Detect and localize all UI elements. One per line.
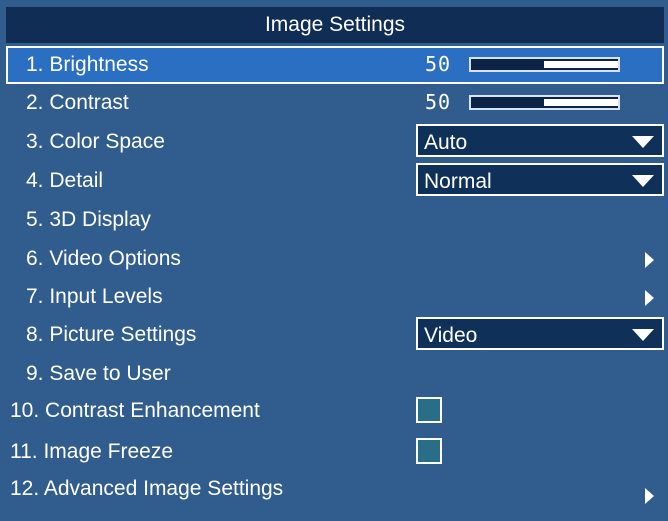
brightness-slider-fill bbox=[544, 61, 618, 68]
picture-settings-value: Video bbox=[424, 324, 478, 347]
menu-item-detail[interactable]: 4. Detail Normal bbox=[6, 162, 664, 200]
panel-title: Image Settings bbox=[6, 7, 664, 43]
picture-settings-dropdown[interactable]: Video bbox=[416, 317, 664, 350]
color-space-value: Auto bbox=[424, 131, 468, 154]
detail-value: Normal bbox=[424, 170, 492, 193]
menu-item-save-to-user[interactable]: 9. Save to User bbox=[6, 355, 664, 393]
contrast-enhancement-checkbox[interactable] bbox=[416, 397, 442, 423]
contrast-value: 50 bbox=[425, 90, 452, 114]
color-space-label: 3. Color Space bbox=[26, 130, 165, 153]
chevron-down-icon bbox=[632, 175, 654, 187]
detail-label: 4. Detail bbox=[26, 169, 104, 192]
contrast-slider[interactable] bbox=[469, 95, 620, 110]
menu-item-3d-display[interactable]: 5. 3D Display bbox=[6, 201, 664, 239]
color-space-dropdown[interactable]: Auto bbox=[416, 124, 664, 157]
video-options-label: 6. Video Options bbox=[26, 247, 181, 270]
brightness-slider[interactable] bbox=[469, 57, 620, 72]
chevron-down-icon bbox=[632, 329, 654, 341]
menu-item-contrast[interactable]: 2. Contrast 50 bbox=[6, 84, 664, 122]
image-settings-panel: Image Settings 1. Brightness 50 2. Contr… bbox=[0, 0, 668, 521]
detail-dropdown[interactable]: Normal bbox=[416, 163, 664, 196]
3d-display-label: 5. 3D Display bbox=[26, 208, 151, 231]
contrast-slider-fill bbox=[544, 99, 618, 106]
chevron-right-icon bbox=[645, 290, 654, 306]
image-freeze-checkbox[interactable] bbox=[416, 438, 442, 464]
menu-item-video-options[interactable]: 6. Video Options bbox=[6, 240, 664, 278]
chevron-right-icon bbox=[645, 488, 654, 504]
menu-item-input-levels[interactable]: 7. Input Levels bbox=[6, 278, 664, 316]
advanced-image-settings-label: 12. Advanced Image Settings bbox=[10, 477, 284, 500]
save-to-user-label: 9. Save to User bbox=[26, 362, 171, 385]
menu-item-color-space[interactable]: 3. Color Space Auto bbox=[6, 123, 664, 161]
picture-settings-label: 8. Picture Settings bbox=[26, 323, 197, 346]
brightness-value: 50 bbox=[425, 52, 452, 76]
chevron-down-icon bbox=[632, 136, 654, 148]
menu-item-picture-settings[interactable]: 8. Picture Settings Video bbox=[6, 316, 664, 354]
contrast-enhancement-label: 10. Contrast Enhancement bbox=[10, 399, 260, 422]
chevron-right-icon bbox=[645, 252, 654, 268]
menu-item-image-freeze[interactable]: 11. Image Freeze bbox=[6, 433, 664, 471]
input-levels-label: 7. Input Levels bbox=[26, 285, 163, 308]
contrast-label: 2. Contrast bbox=[26, 91, 129, 114]
menu-item-brightness[interactable]: 1. Brightness 50 bbox=[6, 46, 664, 84]
menu-item-contrast-enhancement[interactable]: 10. Contrast Enhancement bbox=[6, 392, 664, 430]
image-freeze-label: 11. Image Freeze bbox=[10, 440, 174, 463]
brightness-label: 1. Brightness bbox=[26, 53, 149, 76]
menu-item-advanced-image-settings[interactable]: 12. Advanced Image Settings bbox=[6, 471, 664, 515]
